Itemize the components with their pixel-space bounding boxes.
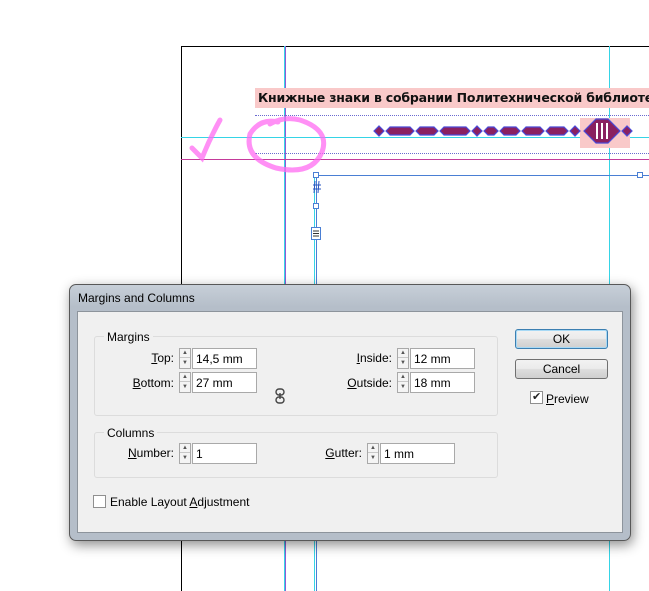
ornament-strip[interactable]: [370, 118, 649, 148]
spinner-up-icon[interactable]: ▲: [398, 349, 408, 358]
gutter-label: Gutter:: [325, 446, 362, 460]
dialog-body: Margins Top: ▲ ▼ Bottom: ▲ ▼ Inside: ▲ ▼: [77, 311, 623, 533]
spinner-up-icon[interactable]: ▲: [368, 444, 378, 453]
chain-link-icon[interactable]: [274, 388, 286, 404]
inside-label: Inside:: [356, 351, 392, 365]
margins-and-columns-dialog[interactable]: Margins and Columns Margins Top: ▲ ▼ Bot…: [69, 284, 631, 541]
spinner-down-icon[interactable]: ▼: [180, 454, 190, 463]
inside-spinner[interactable]: ▲ ▼: [397, 348, 409, 369]
columns-group-label: Columns: [104, 426, 158, 440]
gutter-input[interactable]: [380, 443, 455, 464]
preview-label[interactable]: Preview: [546, 392, 589, 406]
frame-handle[interactable]: [313, 172, 319, 178]
dialog-title: Margins and Columns: [78, 291, 195, 305]
number-spinner[interactable]: ▲ ▼: [179, 443, 191, 464]
spinner-down-icon[interactable]: ▼: [180, 359, 190, 368]
number-label: Number:: [127, 446, 174, 460]
outside-spinner[interactable]: ▲ ▼: [397, 372, 409, 393]
spinner-up-icon[interactable]: ▲: [180, 444, 190, 453]
outside-label: Outside:: [347, 376, 392, 390]
spinner-up-icon[interactable]: ▲: [180, 349, 190, 358]
top-label: Top:: [151, 351, 174, 365]
annotation-checkmark-icon: [189, 116, 327, 173]
hash-marker-icon: [313, 180, 321, 194]
cancel-button[interactable]: Cancel: [515, 359, 608, 379]
spinner-down-icon[interactable]: ▼: [398, 383, 408, 392]
preview-checkbox[interactable]: ✔: [530, 391, 543, 404]
spinner-down-icon[interactable]: ▼: [368, 454, 378, 463]
spinner-up-icon[interactable]: ▲: [180, 373, 190, 382]
bottom-margin-input[interactable]: [192, 372, 257, 393]
document-title-text[interactable]: Книжные знаки в собрании Политехнической…: [255, 88, 649, 108]
spinner-up-icon[interactable]: ▲: [398, 373, 408, 382]
column-number-input[interactable]: [192, 443, 257, 464]
enable-layout-adjustment-label[interactable]: Enable Layout Adjustment: [110, 495, 249, 509]
frame-handle[interactable]: [313, 203, 319, 209]
bottom-label: Bottom:: [132, 376, 174, 390]
top-margin-input[interactable]: [192, 348, 257, 369]
checkmark-icon: ✔: [532, 391, 542, 403]
margins-group-label: Margins: [104, 330, 153, 344]
gutter-spinner[interactable]: ▲ ▼: [367, 443, 379, 464]
bottom-spinner[interactable]: ▲ ▼: [179, 372, 191, 393]
page-edge-top: [181, 46, 649, 47]
inside-margin-input[interactable]: [410, 348, 475, 369]
text-thread-icon[interactable]: [311, 227, 321, 240]
spinner-down-icon[interactable]: ▼: [180, 383, 190, 392]
outside-margin-input[interactable]: [410, 372, 475, 393]
spinner-down-icon[interactable]: ▼: [398, 359, 408, 368]
enable-layout-adjustment-checkbox[interactable]: [93, 495, 106, 508]
top-spinner[interactable]: ▲ ▼: [179, 348, 191, 369]
ok-button[interactable]: OK: [515, 329, 608, 349]
frame-handle[interactable]: [637, 172, 643, 178]
text-frame-edge: [316, 175, 649, 176]
